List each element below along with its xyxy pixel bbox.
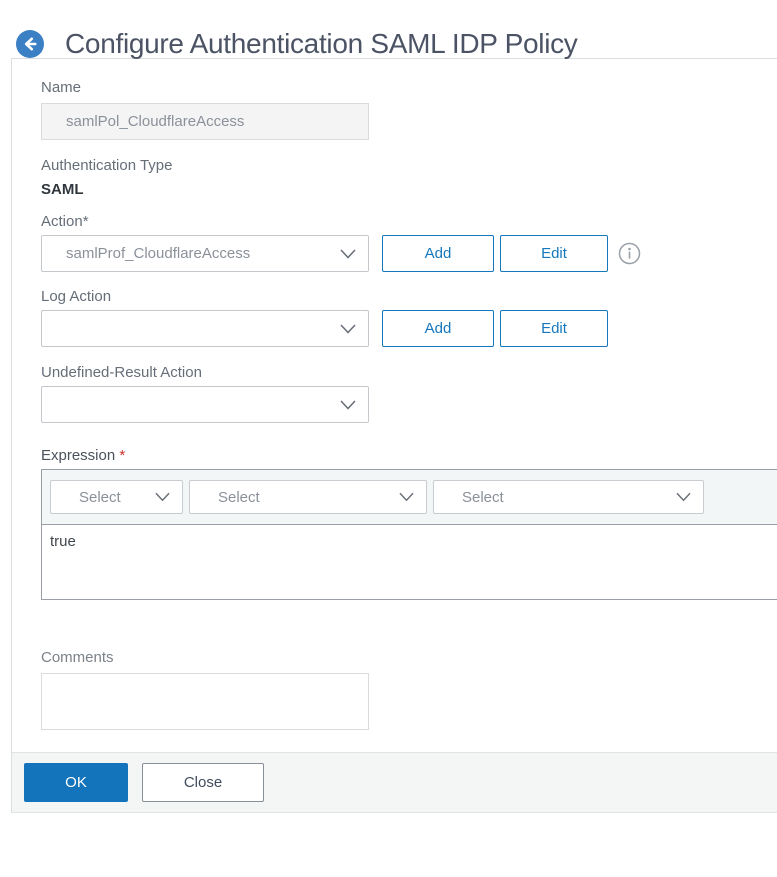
- action-add-button[interactable]: Add: [382, 235, 494, 272]
- form-footer: OK Close: [12, 752, 777, 813]
- form-panel: Name Authentication Type SAML Action* sa…: [11, 58, 777, 813]
- chevron-down-icon: [340, 323, 356, 334]
- action-edit-button[interactable]: Edit: [500, 235, 608, 272]
- action-label: Action*: [41, 213, 89, 230]
- page-header: Configure Authentication SAML IDP Policy: [0, 0, 777, 59]
- chevron-down-icon: [340, 248, 356, 259]
- action-select[interactable]: samlProf_CloudflareAccess: [41, 235, 369, 272]
- comments-section: Comments: [41, 649, 777, 730]
- chevron-down-icon: [676, 492, 691, 502]
- expression-editor: Select Select Select true: [41, 469, 777, 600]
- undefined-result-action-label: Undefined-Result Action: [41, 364, 202, 381]
- page-title: Configure Authentication SAML IDP Policy: [65, 28, 578, 59]
- log-action-select[interactable]: [41, 310, 369, 347]
- log-action-add-button[interactable]: Add: [382, 310, 494, 347]
- action-select-value: samlProf_CloudflareAccess: [66, 245, 251, 262]
- expression-select-3[interactable]: Select: [433, 480, 704, 514]
- close-button[interactable]: Close: [142, 763, 264, 802]
- expression-select-1[interactable]: Select: [50, 480, 183, 514]
- arrow-left-circle-icon: [16, 30, 44, 58]
- expression-required-marker: *: [119, 447, 126, 464]
- log-action-edit-button[interactable]: Edit: [500, 310, 608, 347]
- chevron-down-icon: [155, 492, 170, 502]
- info-icon[interactable]: [618, 242, 641, 265]
- back-button[interactable]: [16, 30, 44, 58]
- chevron-down-icon: [399, 492, 414, 502]
- auth-type-label: Authentication Type: [41, 157, 173, 174]
- expression-label: Expression: [41, 447, 116, 464]
- undefined-result-action-select[interactable]: [41, 386, 369, 423]
- action-row: samlProf_CloudflareAccess Add Edit: [41, 235, 777, 272]
- expression-select-2-value: Select: [218, 488, 260, 506]
- comments-label: Comments: [41, 649, 114, 666]
- log-action-row: Add Edit: [41, 310, 777, 347]
- expression-input[interactable]: true: [42, 525, 777, 599]
- name-label: Name: [41, 79, 82, 96]
- auth-type-value: SAML: [41, 181, 84, 198]
- expression-select-1-value: Select: [79, 488, 121, 506]
- expression-select-2[interactable]: Select: [189, 480, 427, 514]
- chevron-down-icon: [340, 399, 356, 410]
- name-input[interactable]: [41, 103, 369, 140]
- expression-select-3-value: Select: [462, 488, 504, 506]
- ok-button[interactable]: OK: [24, 763, 128, 802]
- expression-section: Expression * Select Select Select true: [41, 447, 777, 600]
- expression-toolbar: Select Select Select: [42, 470, 777, 525]
- log-action-label: Log Action: [41, 288, 112, 305]
- comments-input[interactable]: [41, 673, 369, 730]
